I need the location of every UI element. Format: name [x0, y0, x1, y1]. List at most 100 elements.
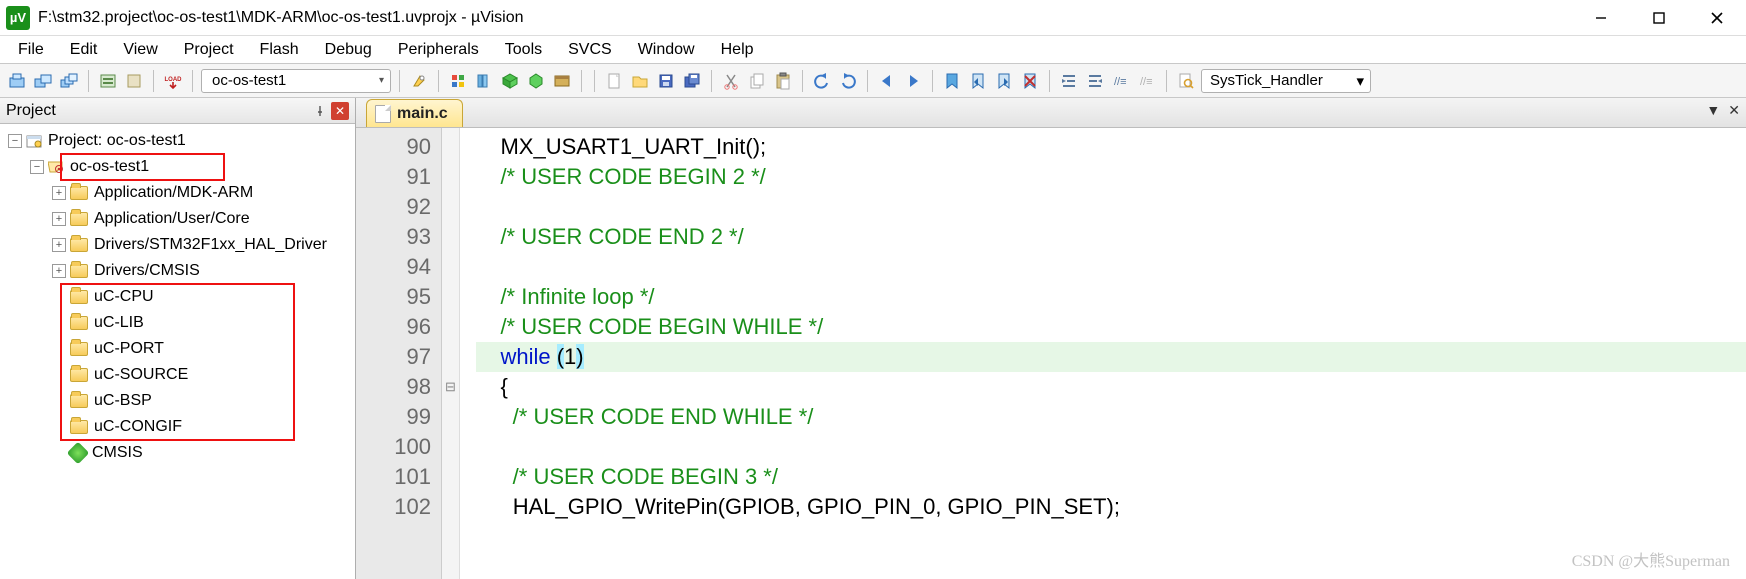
separator [711, 70, 712, 92]
tree-expander[interactable]: + [52, 264, 66, 278]
symbol-search-value: SysTick_Handler [1210, 72, 1323, 89]
tree-group[interactable]: uC-CPU [2, 284, 353, 310]
runtime-env-icon[interactable] [525, 70, 547, 92]
rebuild-icon[interactable] [32, 70, 54, 92]
packs-installer-icon[interactable] [551, 70, 573, 92]
menu-debug[interactable]: Debug [315, 39, 382, 61]
menu-window[interactable]: Window [628, 39, 705, 61]
tab-label: main.c [397, 105, 448, 123]
tree-group[interactable]: uC-BSP [2, 388, 353, 414]
undo-icon[interactable] [811, 70, 833, 92]
tree-expander[interactable]: − [8, 134, 22, 148]
tree-label: Drivers/STM32F1xx_HAL_Driver [94, 236, 327, 254]
new-file-icon[interactable] [603, 70, 625, 92]
menu-file[interactable]: File [8, 39, 54, 61]
menu-svcs[interactable]: SVCS [558, 39, 622, 61]
symbol-search[interactable]: SysTick_Handler ▾ [1201, 69, 1371, 93]
tree-target[interactable]: −oc-os-test1 [2, 154, 353, 180]
menu-project[interactable]: Project [174, 39, 244, 61]
editor-area: main.c ▼ ✕ 90919293949596979899100101102… [356, 98, 1746, 579]
maximize-button[interactable] [1630, 0, 1688, 35]
app-icon: µV [6, 6, 30, 30]
tree-group[interactable]: + Drivers/STM32F1xx_HAL_Driver [2, 232, 353, 258]
bookmark-toggle-icon[interactable] [941, 70, 963, 92]
build-target-icon[interactable] [6, 70, 28, 92]
separator [867, 70, 868, 92]
project-panel-header: Project ✕ [0, 98, 355, 124]
build-all-icon[interactable] [58, 70, 80, 92]
copy-icon[interactable] [746, 70, 768, 92]
target-name: oc-os-test1 [212, 72, 286, 89]
tab-close-icon[interactable]: ✕ [1728, 102, 1740, 119]
indent-icon[interactable] [1058, 70, 1080, 92]
pin-icon[interactable] [311, 102, 329, 120]
find-in-files-icon[interactable] [1175, 70, 1197, 92]
line-gutter: 90919293949596979899100101102 [356, 128, 442, 579]
folder-icon [70, 316, 88, 330]
tree-group[interactable]: + Application/User/Core [2, 206, 353, 232]
menu-tools[interactable]: Tools [495, 39, 552, 61]
save-all-icon[interactable] [681, 70, 703, 92]
books-icon[interactable] [473, 70, 495, 92]
tree-expander[interactable]: + [52, 186, 66, 200]
cut-icon[interactable] [720, 70, 742, 92]
manage-icon[interactable] [447, 70, 469, 92]
tree-group[interactable]: uC-PORT [2, 336, 353, 362]
tab-main-c[interactable]: main.c [366, 99, 463, 127]
nav-fwd-icon[interactable] [902, 70, 924, 92]
batch-build-icon[interactable] [97, 70, 119, 92]
project-tree[interactable]: −Project: oc-os-test1−oc-os-test1 + Applic… [0, 124, 355, 579]
menu-edit[interactable]: Edit [60, 39, 108, 61]
tree-group[interactable]: uC-SOURCE [2, 362, 353, 388]
nav-back-icon[interactable] [876, 70, 898, 92]
file-icon [375, 105, 391, 123]
folder-icon [70, 238, 88, 252]
stop-build-icon[interactable] [123, 70, 145, 92]
folder-icon [70, 290, 88, 304]
separator [153, 70, 154, 92]
close-button[interactable] [1688, 0, 1746, 35]
tree-label: Application/MDK-ARM [94, 184, 253, 202]
code-editor[interactable]: 90919293949596979899100101102 ⊟ MX_USART… [356, 128, 1746, 579]
menu-view[interactable]: View [113, 39, 167, 61]
comment-icon[interactable]: //≡ [1110, 70, 1132, 92]
save-icon[interactable] [655, 70, 677, 92]
tree-expander[interactable]: + [52, 238, 66, 252]
svg-text://≡: //≡ [1114, 76, 1127, 88]
bookmark-clear-icon[interactable] [1019, 70, 1041, 92]
tree-group[interactable]: + Application/MDK-ARM [2, 180, 353, 206]
uncomment-icon[interactable]: //≡ [1136, 70, 1158, 92]
tree-label: Application/User/Core [94, 210, 250, 228]
open-file-icon[interactable] [629, 70, 651, 92]
chevron-down-icon: ▾ [1356, 72, 1364, 90]
minimize-button[interactable] [1572, 0, 1630, 35]
outdent-icon[interactable] [1084, 70, 1106, 92]
tree-cmsis[interactable]: CMSIS [2, 440, 353, 466]
tree-group[interactable]: uC-LIB [2, 310, 353, 336]
separator [594, 70, 595, 92]
code-content[interactable]: MX_USART1_UART_Init(); /* USER CODE BEGI… [460, 128, 1746, 579]
tree-project-root[interactable]: −Project: oc-os-test1 [2, 128, 353, 154]
project-panel-title: Project [6, 102, 56, 120]
menu-help[interactable]: Help [711, 39, 764, 61]
menu-flash[interactable]: Flash [250, 39, 309, 61]
options-icon[interactable] [408, 70, 430, 92]
tree-expander[interactable]: + [52, 212, 66, 226]
tab-dropdown-icon[interactable]: ▼ [1706, 102, 1720, 119]
bookmark-next-icon[interactable] [993, 70, 1015, 92]
panel-close-button[interactable]: ✕ [331, 102, 349, 120]
download-icon[interactable]: LOAD [162, 70, 184, 92]
tree-group[interactable]: uC-CONGIF [2, 414, 353, 440]
bookmark-prev-icon[interactable] [967, 70, 989, 92]
separator [88, 70, 89, 92]
redo-icon[interactable] [837, 70, 859, 92]
menu-peripherals[interactable]: Peripherals [388, 39, 489, 61]
target-selector[interactable]: oc-os-test1 ▾ [201, 69, 391, 93]
folder-icon [70, 212, 88, 226]
pack-icon[interactable] [499, 70, 521, 92]
folder-icon [70, 368, 88, 382]
tree-group[interactable]: +Drivers/CMSIS [2, 258, 353, 284]
tree-expander[interactable]: − [30, 160, 44, 174]
paste-icon[interactable] [772, 70, 794, 92]
separator [932, 70, 933, 92]
